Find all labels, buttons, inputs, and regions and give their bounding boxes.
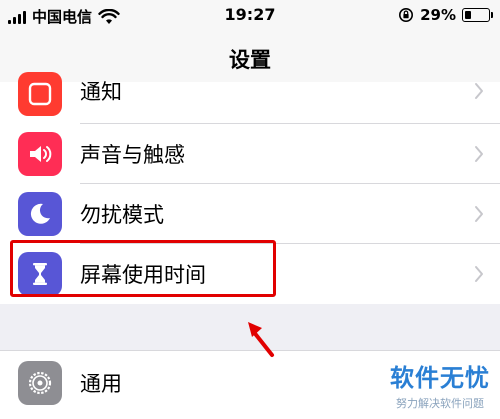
battery-percent: 29% <box>420 6 456 24</box>
battery-icon <box>462 8 493 22</box>
chevron-right-icon <box>475 206 483 222</box>
settings-row-label: 通用 <box>80 372 122 396</box>
settings-row-label: 声音与触感 <box>80 143 185 167</box>
status-right: 29% <box>398 6 493 24</box>
gear-icon <box>18 361 62 405</box>
settings-row-sounds[interactable]: 声音与触感 <box>0 124 500 184</box>
chevron-right-icon <box>475 266 483 282</box>
settings-row-notifications[interactable]: 通知 <box>0 64 500 124</box>
watermark: 软件无忧 努力解决软件问题 <box>390 358 490 411</box>
settings-row-label: 通知 <box>80 80 122 104</box>
arrow-pointer-icon <box>248 322 274 357</box>
chevron-right-icon <box>475 83 483 99</box>
chevron-right-icon <box>475 146 483 162</box>
watermark-subtitle: 努力解决软件问题 <box>396 397 484 410</box>
highlight-box <box>10 240 276 297</box>
battery-fill <box>465 11 471 19</box>
notification-icon <box>18 72 62 116</box>
moon-icon <box>18 192 62 236</box>
rotation-lock-icon <box>399 8 414 22</box>
settings-row-label: 勿扰模式 <box>80 203 164 227</box>
settings-row-do-not-disturb[interactable]: 勿扰模式 <box>0 184 500 244</box>
watermark-title: 软件无忧 <box>390 364 490 392</box>
sound-icon <box>18 132 62 176</box>
status-bar: 中国电信 19:27 29% <box>0 0 500 32</box>
